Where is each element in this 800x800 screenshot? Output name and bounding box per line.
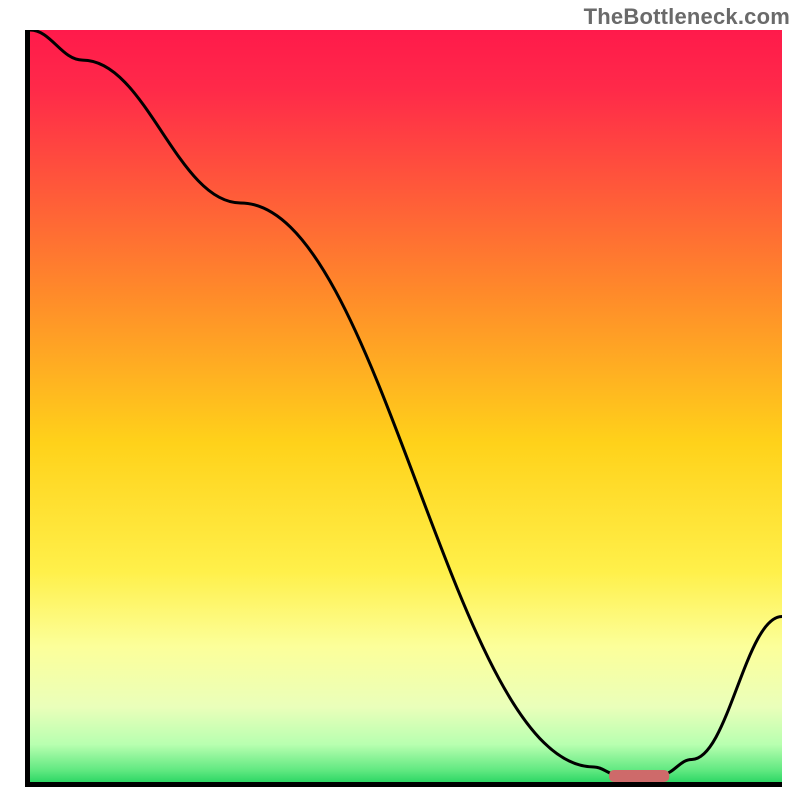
- bottleneck-chart: [0, 0, 800, 800]
- watermark-text: TheBottleneck.com: [584, 4, 790, 30]
- plot-background: [30, 30, 782, 782]
- chart-container: TheBottleneck.com: [0, 0, 800, 800]
- minimum-marker: [609, 770, 669, 782]
